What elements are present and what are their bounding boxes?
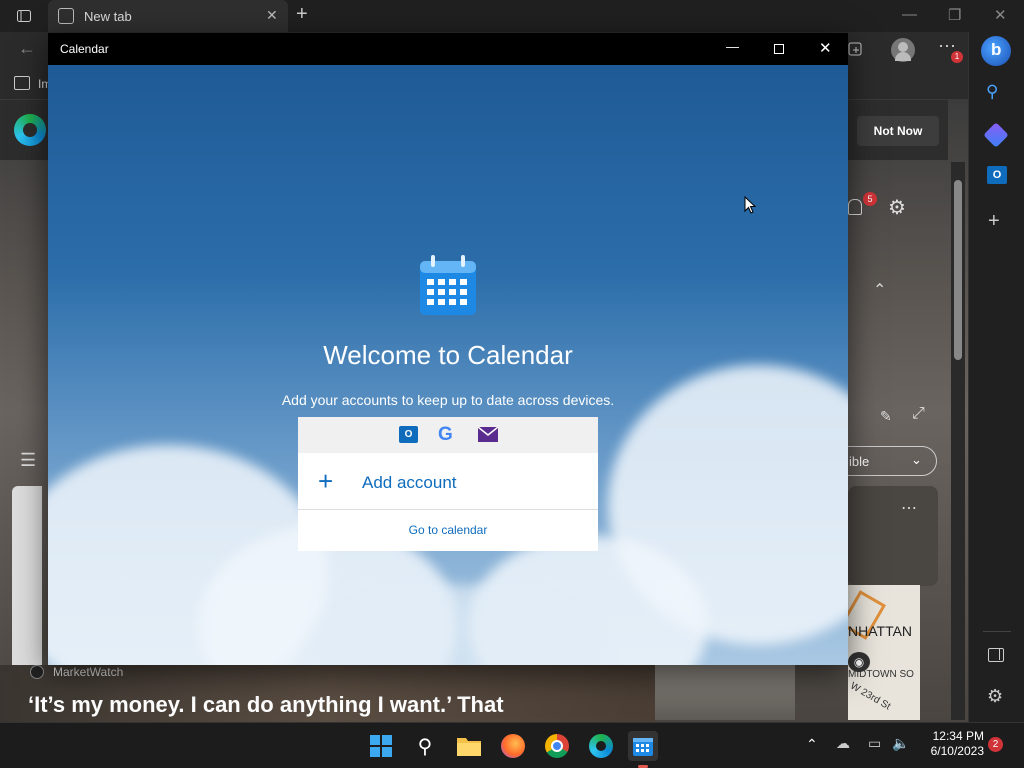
search-icon[interactable]: ⚲	[986, 82, 998, 102]
add-plus-icon: +	[318, 466, 334, 496]
calendar-welcome-panel: Welcome to Calendar Add your accounts to…	[48, 65, 848, 665]
calendar-window-title: Calendar	[60, 42, 109, 56]
taskbar-search-icon[interactable]: ⚲	[410, 731, 440, 761]
start-button-icon[interactable]	[366, 731, 396, 761]
expand-icon[interactable]: ⤢	[912, 405, 925, 423]
notifications-bell-icon[interactable]	[848, 199, 862, 215]
tab-close-icon[interactable]: ✕	[266, 7, 278, 24]
google-provider-icon: G	[438, 424, 453, 445]
minimize-icon[interactable]: —	[902, 6, 917, 23]
dropdown-value: ible	[849, 454, 870, 469]
welcome-subtitle: Add your accounts to keep up to date acr…	[281, 392, 615, 408]
feed-menu-icon[interactable]: ☰	[20, 450, 36, 471]
clock-date: 6/10/2023	[930, 744, 984, 758]
new-tab-page-icon	[58, 8, 74, 24]
not-now-button[interactable]: Not Now	[857, 116, 939, 146]
sidebar-settings-icon[interactable]: ⚙	[987, 686, 1003, 707]
page-scrollbar[interactable]	[951, 162, 965, 720]
news-thumbnail-street[interactable]	[655, 665, 795, 720]
tray-overflow-chevron-icon[interactable]: ⌃	[806, 736, 818, 753]
sidebar-divider	[983, 631, 1011, 632]
browser-tab-bar: New tab ✕ + — ❐ ✕	[0, 0, 1024, 32]
profile-avatar[interactable]	[891, 38, 915, 62]
news-source: MarketWatch	[53, 665, 124, 679]
calendar-maximize-icon[interactable]	[774, 44, 784, 54]
provider-strip: O G	[298, 417, 598, 453]
edge-logo-icon	[14, 114, 46, 146]
collections-icon[interactable]	[846, 40, 866, 60]
onedrive-icon[interactable]: ☁	[836, 735, 850, 752]
camera-icon[interactable]: ◉	[848, 652, 870, 672]
firefox-icon[interactable]	[498, 731, 528, 761]
calendar-minimize-icon[interactable]: —	[726, 39, 739, 54]
calendar-taskbar-icon[interactable]	[628, 731, 658, 768]
marketwatch-logo-icon	[30, 665, 44, 679]
sidebar-toggle-icon[interactable]	[988, 648, 1004, 662]
new-tab-plus-icon[interactable]: +	[296, 3, 308, 26]
menu-badge: 1	[951, 51, 963, 63]
windows-taskbar: ⚲ ⌃ ☁ ▭ 🔈 12:34 PM 6/10/2023 2	[0, 722, 1024, 768]
chevron-down-icon: ⌄	[911, 452, 922, 467]
bing-chat-icon[interactable]: b	[981, 36, 1011, 66]
outlook-icon[interactable]: O	[987, 166, 1007, 184]
calendar-close-icon[interactable]: ✕	[819, 39, 832, 57]
map-label-manhattan: NHATTAN	[848, 623, 913, 639]
account-card: O G + Add account Go to calendar	[298, 417, 598, 551]
mail-provider-icon	[477, 426, 499, 442]
weather-card[interactable]: ⋯	[848, 486, 938, 586]
add-account-button[interactable]: + Add account	[298, 454, 598, 510]
go-to-calendar-link[interactable]: Go to calendar	[298, 511, 598, 551]
mouse-cursor-icon	[744, 195, 757, 214]
welcome-heading: Welcome to Calendar	[323, 340, 573, 370]
chrome-icon[interactable]	[542, 731, 572, 761]
map-label-street: W 23rd St	[848, 680, 893, 713]
add-sidebar-app-icon[interactable]: +	[988, 210, 1000, 233]
tab-new-tab[interactable]: New tab ✕	[48, 0, 288, 32]
notifications-badge: 5	[863, 192, 877, 206]
calendar-window: Calendar — ✕ Welcome to Calendar Add you…	[48, 33, 848, 665]
clock-time: 12:34 PM	[932, 729, 984, 743]
outlook-provider-icon: O	[399, 426, 418, 443]
collapse-chevron-up-icon[interactable]: ⌃	[873, 280, 886, 300]
volume-icon[interactable]: 🔈	[892, 735, 909, 752]
page-settings-icon[interactable]: ⚙	[888, 195, 906, 220]
edge-taskbar-icon[interactable]	[586, 731, 616, 761]
card-more-icon[interactable]: ⋯	[901, 498, 917, 518]
tools-icon[interactable]	[983, 122, 1009, 148]
news-headline[interactable]: ‘It’s my money. I can do anything I want…	[28, 692, 504, 718]
back-arrow-icon[interactable]: ←	[18, 38, 36, 59]
file-explorer-icon[interactable]	[454, 731, 484, 761]
calendar-app-icon	[419, 255, 477, 315]
edit-icon[interactable]: ✎	[880, 408, 892, 425]
notification-center-badge[interactable]: 2	[988, 737, 1003, 752]
close-icon[interactable]: ✕	[994, 6, 1007, 24]
add-account-label: Add account	[362, 473, 457, 492]
tab-actions-icon[interactable]	[10, 2, 38, 30]
edge-sidebar: b ⚲ O + ⚙	[968, 32, 1024, 722]
tab-title: New tab	[84, 9, 132, 24]
clock[interactable]: 12:34 PM 6/10/2023	[918, 729, 984, 759]
calendar-title-bar[interactable]: Calendar — ✕	[48, 33, 848, 65]
restore-icon[interactable]: ❐	[948, 6, 961, 24]
news-card[interactable]: MarketWatch ‘It’s my money. I can do any…	[0, 665, 655, 722]
network-icon[interactable]: ▭	[868, 735, 881, 752]
import-favorites-icon[interactable]	[14, 76, 30, 90]
